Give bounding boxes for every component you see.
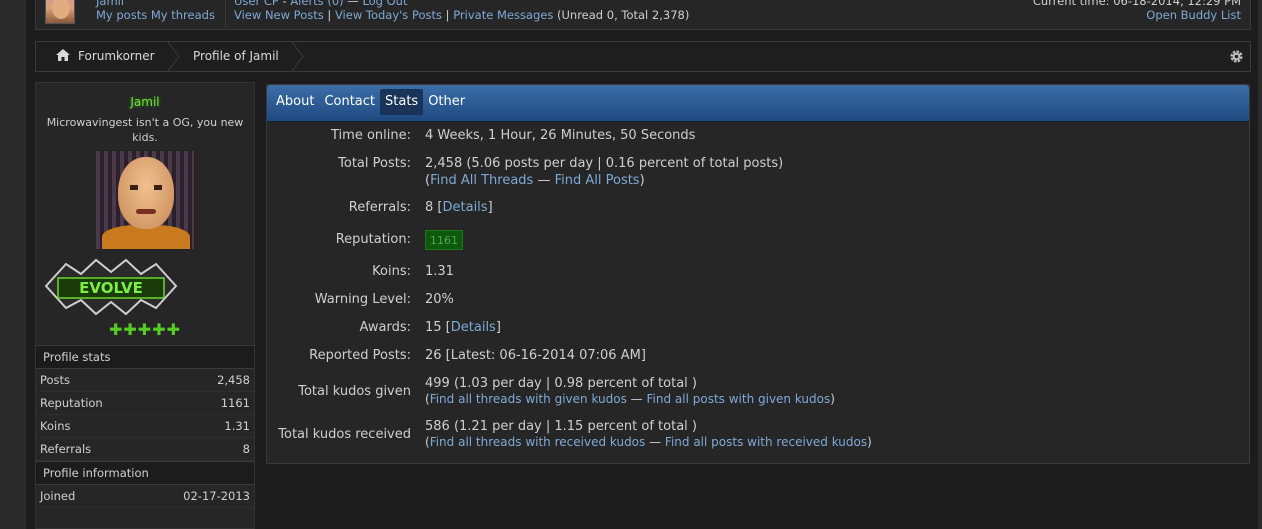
breadcrumb-separator-icon bbox=[168, 42, 180, 71]
private-messages-link[interactable]: Private Messages bbox=[453, 8, 553, 22]
quick-links: User CP - Alerts (0) — Log Out View New … bbox=[234, 0, 689, 22]
stat-value: 2,458 (5.06 posts per day | 0.16 percent… bbox=[425, 156, 784, 171]
stat-label: Reputation bbox=[40, 396, 103, 410]
kudos-given-links: (Find all threads with given kudos — Fin… bbox=[425, 392, 835, 406]
stat-row-koins: Koins 1.31 bbox=[36, 415, 254, 438]
profile-information-header: Profile information bbox=[36, 461, 254, 485]
profile-main-panel: About Contact Stats Other Time online: 4 We… bbox=[266, 84, 1250, 464]
home-icon bbox=[56, 49, 70, 61]
header-right: Current time: 06-18-2014, 12:29 PM Open … bbox=[1033, 0, 1241, 22]
stat-value-wrap: 1161 bbox=[425, 230, 463, 250]
group-badge-text: EVOLVE bbox=[79, 279, 143, 297]
tab-about[interactable]: About bbox=[271, 89, 319, 115]
stat-label: Time online: bbox=[331, 128, 411, 143]
current-time: Current time: 06-18-2014, 12:29 PM bbox=[1032, 0, 1241, 8]
total-posts-links: (Find All Threads — Find All Posts) bbox=[425, 173, 645, 188]
pm-counts: (Unread 0, Total 2,378) bbox=[557, 8, 690, 22]
stat-value: 2,458 bbox=[217, 373, 250, 387]
stat-value: 1161 bbox=[220, 396, 250, 410]
tab-other[interactable]: Other bbox=[423, 89, 470, 115]
reputation-badge[interactable]: 1161 bbox=[425, 230, 463, 250]
stat-value: 26 [Latest: 06-16-2014 07:06 AM] bbox=[425, 348, 646, 363]
stat-row-referrals: Referrals 8 bbox=[36, 438, 254, 461]
breadcrumb-home-label: Forumkorner bbox=[78, 49, 155, 63]
user-cp-link[interactable]: User CP bbox=[234, 0, 279, 8]
user-avatar-small[interactable] bbox=[45, 0, 75, 24]
tab-contact[interactable]: Contact bbox=[319, 89, 380, 115]
stat-value: 4 Weeks, 1 Hour, 26 Minutes, 50 Seconds bbox=[425, 128, 696, 143]
find-posts-received-kudos-link[interactable]: Find all posts with received kudos bbox=[665, 435, 867, 449]
stat-value: 586 (1.21 per day | 1.15 percent of tota… bbox=[425, 419, 697, 434]
gear-icon[interactable] bbox=[1229, 49, 1244, 64]
stat-value: 499 (1.03 per day | 0.98 percent of tota… bbox=[425, 376, 697, 391]
stat-row-reputation: Reputation 1161 bbox=[36, 392, 254, 415]
stat-label: Koins: bbox=[372, 264, 411, 279]
user-header-bar: Jamil My posts My threads User CP - Aler… bbox=[35, 0, 1251, 30]
warning-level-link[interactable]: 20% bbox=[425, 292, 454, 307]
stat-value: 8 bbox=[425, 200, 434, 215]
stat-value: 1.31 bbox=[224, 419, 250, 433]
stat-label: Referrals bbox=[40, 442, 92, 456]
logout-link[interactable]: Log Out bbox=[362, 0, 407, 8]
stat-label: Total kudos received bbox=[278, 427, 411, 442]
breadcrumb-end-icon bbox=[292, 42, 304, 71]
breadcrumb-home[interactable]: Forumkorner bbox=[56, 42, 155, 71]
divider bbox=[225, 0, 226, 28]
awards-details-link[interactable]: Details bbox=[451, 320, 496, 335]
stat-value: 15 bbox=[425, 320, 442, 335]
left-gutter bbox=[0, 0, 26, 529]
my-threads-link[interactable]: My threads bbox=[151, 8, 215, 22]
find-threads-given-kudos-link[interactable]: Find all threads with given kudos bbox=[430, 392, 627, 406]
info-label: Joined bbox=[40, 489, 76, 503]
reputation-pluses: ✚✚✚✚✚ bbox=[108, 320, 182, 339]
find-all-posts-link[interactable]: Find All Posts bbox=[555, 173, 640, 188]
tab-stats[interactable]: Stats bbox=[380, 89, 424, 115]
stat-label: Warning Level: bbox=[314, 292, 411, 307]
view-new-posts-link[interactable]: View New Posts bbox=[234, 8, 324, 22]
stat-label: Reported Posts: bbox=[309, 348, 411, 363]
stat-value: 8 bbox=[242, 442, 250, 456]
stat-value-wrap: 15 [Details] bbox=[425, 320, 501, 335]
find-threads-received-kudos-link[interactable]: Find all threads with received kudos bbox=[430, 435, 646, 449]
breadcrumb-current: Profile of Jamil bbox=[193, 49, 279, 63]
my-posts-link[interactable]: My posts bbox=[96, 8, 147, 22]
stat-row-posts: Posts 2,458 bbox=[36, 369, 254, 392]
open-buddy-list-link[interactable]: Open Buddy List bbox=[1146, 8, 1241, 22]
kudos-received-links: (Find all threads with received kudos — … bbox=[425, 435, 872, 449]
group-badge-icon: EVOLVE bbox=[44, 258, 178, 316]
info-value: 02-17-2013 bbox=[183, 489, 250, 503]
user-links: Jamil My posts My threads bbox=[96, 0, 215, 22]
find-all-threads-link[interactable]: Find All Threads bbox=[430, 173, 533, 188]
stat-label: Koins bbox=[40, 419, 71, 433]
stat-label: Awards: bbox=[359, 320, 412, 335]
right-gutter bbox=[1258, 0, 1262, 529]
find-posts-given-kudos-link[interactable]: Find all posts with given kudos bbox=[647, 392, 831, 406]
profile-tabs: About Contact Stats Other bbox=[267, 85, 1249, 122]
info-row-joined: Joined 02-17-2013 bbox=[36, 485, 254, 508]
profile-username: Jamil bbox=[130, 95, 160, 109]
username-link[interactable]: Jamil bbox=[96, 0, 124, 8]
profile-stats-header: Profile stats bbox=[36, 345, 254, 369]
stat-label: Posts bbox=[40, 373, 71, 387]
stat-label: Referrals: bbox=[348, 200, 411, 215]
koins-link[interactable]: 1.31 bbox=[425, 264, 454, 279]
view-todays-posts-link[interactable]: View Today's Posts bbox=[335, 8, 442, 22]
stat-value-wrap: 8 [Details] bbox=[425, 200, 493, 215]
referrals-details-link[interactable]: Details bbox=[443, 200, 488, 215]
profile-sidebar: Jamil Microwavingest isn't a OG, you new… bbox=[35, 82, 255, 529]
alerts-link[interactable]: Alerts (0) bbox=[290, 0, 343, 8]
user-title: Microwavingest isn't a OG, you new kids. bbox=[46, 116, 244, 144]
stat-label: Reputation: bbox=[335, 232, 411, 247]
profile-avatar bbox=[95, 150, 195, 250]
stat-label: Total Posts: bbox=[338, 156, 411, 171]
breadcrumb: Forumkorner Profile of Jamil bbox=[35, 41, 1251, 72]
stat-label: Total kudos given bbox=[298, 384, 411, 399]
